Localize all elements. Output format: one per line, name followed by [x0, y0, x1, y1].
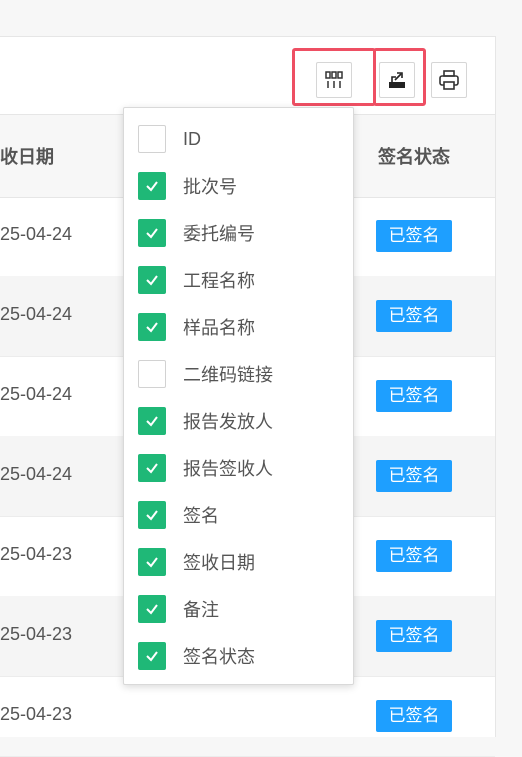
status-badge: 已签名	[376, 460, 452, 492]
column-option-signature[interactable]: 签名	[138, 498, 219, 532]
column-option-label: 批次号	[183, 177, 237, 197]
column-option-label: 报告发放人	[183, 412, 273, 432]
status-badge: 已签名	[376, 540, 452, 572]
sign-date-cell: 25-04-23	[0, 624, 73, 644]
check-icon	[146, 651, 158, 662]
column-filter-highlight	[292, 48, 376, 106]
check-icon	[146, 228, 158, 239]
column-option-label: 签名状态	[183, 647, 255, 667]
column-option-remarks[interactable]: 备注	[138, 592, 219, 626]
checkbox[interactable]	[138, 501, 166, 529]
print-button[interactable]	[431, 62, 467, 98]
column-option-sign-date[interactable]: 签收日期	[138, 545, 255, 579]
column-selector-dropdown: ID 批次号 委托编号 工程名称 样品名称 二维码链接 报告发放人 报告签收人 …	[123, 107, 354, 685]
checkbox[interactable]	[138, 266, 166, 294]
column-option-sample-name[interactable]: 样品名称	[138, 310, 255, 344]
column-option-label: 二维码链接	[183, 365, 273, 385]
column-option-batch-no[interactable]: 批次号	[138, 169, 237, 203]
checkbox[interactable]	[138, 407, 166, 435]
status-badge: 已签名	[376, 380, 452, 412]
sign-date-cell: 25-04-24	[0, 464, 73, 484]
check-icon	[146, 322, 158, 333]
print-icon	[439, 70, 459, 90]
checkbox[interactable]	[138, 313, 166, 341]
sign-date-cell: 25-04-23	[0, 704, 73, 724]
checkbox[interactable]	[138, 595, 166, 623]
check-icon	[146, 275, 158, 286]
check-icon	[146, 510, 158, 521]
checkbox[interactable]	[138, 454, 166, 482]
check-icon	[146, 416, 158, 427]
column-option-label: 工程名称	[183, 271, 255, 291]
checkbox[interactable]	[138, 642, 166, 670]
status-badge: 已签名	[376, 620, 452, 652]
check-icon	[146, 557, 158, 568]
column-option-label: 委托编号	[183, 224, 255, 244]
column-option-commission-no[interactable]: 委托编号	[138, 216, 255, 250]
sign-date-cell: 25-04-24	[0, 224, 73, 244]
column-option-label: 备注	[183, 600, 219, 620]
column-option-report-issuer[interactable]: 报告发放人	[138, 404, 273, 438]
column-option-label: 报告签收人	[183, 459, 273, 479]
checkbox[interactable]	[138, 219, 166, 247]
column-option-label: 样品名称	[183, 318, 255, 338]
check-icon	[146, 604, 158, 615]
column-option-label: ID	[183, 128, 201, 149]
column-option-qrcode-link[interactable]: 二维码链接	[138, 357, 273, 391]
check-icon	[146, 463, 158, 474]
sign-date-cell: 25-04-24	[0, 304, 73, 324]
checkbox[interactable]	[138, 125, 166, 153]
checkbox[interactable]	[138, 548, 166, 576]
column-option-project-name[interactable]: 工程名称	[138, 263, 255, 297]
column-option-sign-status[interactable]: 签名状态	[138, 639, 255, 673]
column-option-report-receiver[interactable]: 报告签收人	[138, 451, 273, 485]
status-badge: 已签名	[376, 220, 452, 252]
column-option-id[interactable]: ID	[138, 122, 201, 156]
export-highlight	[373, 48, 426, 106]
column-header-sign-status[interactable]: 签名状态	[378, 143, 450, 169]
sign-date-cell: 25-04-23	[0, 544, 73, 564]
check-icon	[146, 181, 158, 192]
sign-date-cell: 25-04-24	[0, 384, 73, 404]
page-background-strip	[496, 0, 522, 717]
checkbox[interactable]	[138, 360, 166, 388]
checkbox[interactable]	[138, 172, 166, 200]
column-option-label: 签名	[183, 506, 219, 526]
column-option-label: 签收日期	[183, 553, 255, 573]
column-header-sign-date[interactable]: 收日期	[0, 143, 54, 169]
status-badge: 已签名	[376, 300, 452, 332]
status-badge: 已签名	[376, 700, 452, 732]
